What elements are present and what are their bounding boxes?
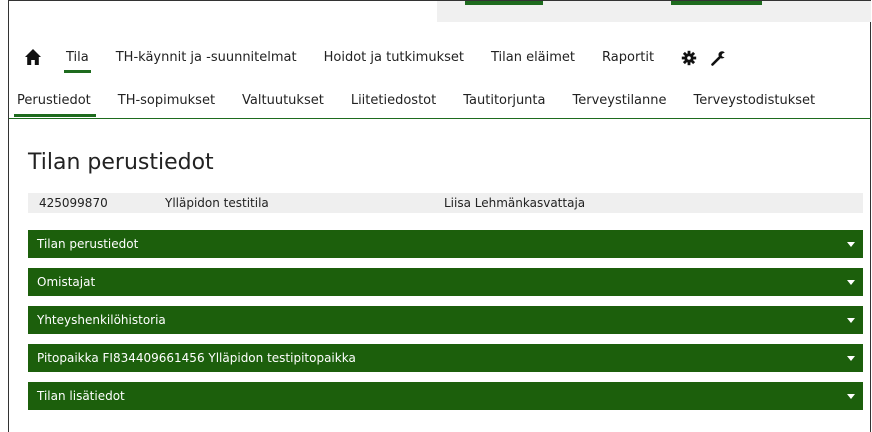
- sub-nav-item-valtuutukset[interactable]: Valtuutukset: [242, 88, 324, 118]
- top-strip-tab-indicator: [465, 1, 543, 5]
- sub-nav-item-tautitorjunta[interactable]: Tautitorjunta: [463, 88, 545, 118]
- panel-label: Tilan perustiedot: [37, 237, 139, 251]
- caret-down-icon: [847, 241, 855, 247]
- panel-tilan-perustiedot[interactable]: Tilan perustiedot: [28, 230, 863, 258]
- main-nav-item-tila[interactable]: Tila: [64, 44, 91, 73]
- gear-icon[interactable]: [681, 50, 697, 66]
- main-nav-item-th-kaynnit[interactable]: TH-käynnit ja -suunnitelmat: [116, 44, 297, 68]
- panel-tilan-lisatiedot[interactable]: Tilan lisätiedot: [28, 382, 863, 410]
- sub-nav-item-liitetiedostot[interactable]: Liitetiedostot: [351, 88, 436, 118]
- panel-label: Omistajat: [37, 275, 96, 289]
- panel-pitopaikka[interactable]: Pitopaikka FI834409661456 Ylläpidon test…: [28, 344, 863, 372]
- accordion-panels: Tilan perustiedot Omistajat Yhteyshenkil…: [28, 230, 863, 420]
- sub-nav: Perustiedot TH-sopimukset Valtuutukset L…: [9, 88, 871, 119]
- panel-omistajat[interactable]: Omistajat: [28, 268, 863, 296]
- sub-nav-item-th-sopimukset[interactable]: TH-sopimukset: [118, 88, 215, 118]
- panel-label: Yhteyshenkilöhistoria: [37, 313, 166, 327]
- farm-id: 425099870: [39, 196, 108, 210]
- caret-down-icon: [847, 393, 855, 399]
- panel-label: Pitopaikka FI834409661456 Ylläpidon test…: [37, 351, 356, 365]
- caret-down-icon: [847, 355, 855, 361]
- home-icon[interactable]: [24, 48, 42, 66]
- sub-nav-item-terveystodistukset[interactable]: Terveystodistukset: [694, 88, 816, 118]
- panel-yhteyshenkilohistoria[interactable]: Yhteyshenkilöhistoria: [28, 306, 863, 334]
- main-nav-item-raportit[interactable]: Raportit: [602, 44, 654, 68]
- top-strip: [437, 1, 871, 22]
- farm-info-row: 425099870 Ylläpidon testitila Liisa Lehm…: [28, 193, 863, 213]
- main-nav-item-hoidot[interactable]: Hoidot ja tutkimukset: [324, 44, 464, 68]
- farm-name: Ylläpidon testitila: [165, 196, 269, 210]
- sub-nav-item-perustiedot[interactable]: Perustiedot: [14, 88, 96, 118]
- caret-down-icon: [847, 317, 855, 323]
- farm-owner: Liisa Lehmänkasvattaja: [444, 196, 586, 210]
- top-strip-tab-indicator: [671, 1, 762, 5]
- page-title: Tilan perustiedot: [28, 150, 214, 175]
- caret-down-icon: [847, 279, 855, 285]
- sub-nav-item-terveystilanne[interactable]: Terveystilanne: [573, 88, 667, 118]
- panel-label: Tilan lisätiedot: [37, 389, 125, 403]
- wrench-icon[interactable]: [711, 50, 727, 66]
- main-nav-item-tilan-elaimet[interactable]: Tilan eläimet: [491, 44, 575, 68]
- main-nav: Tila TH-käynnit ja -suunnitelmat Hoidot …: [8, 44, 727, 76]
